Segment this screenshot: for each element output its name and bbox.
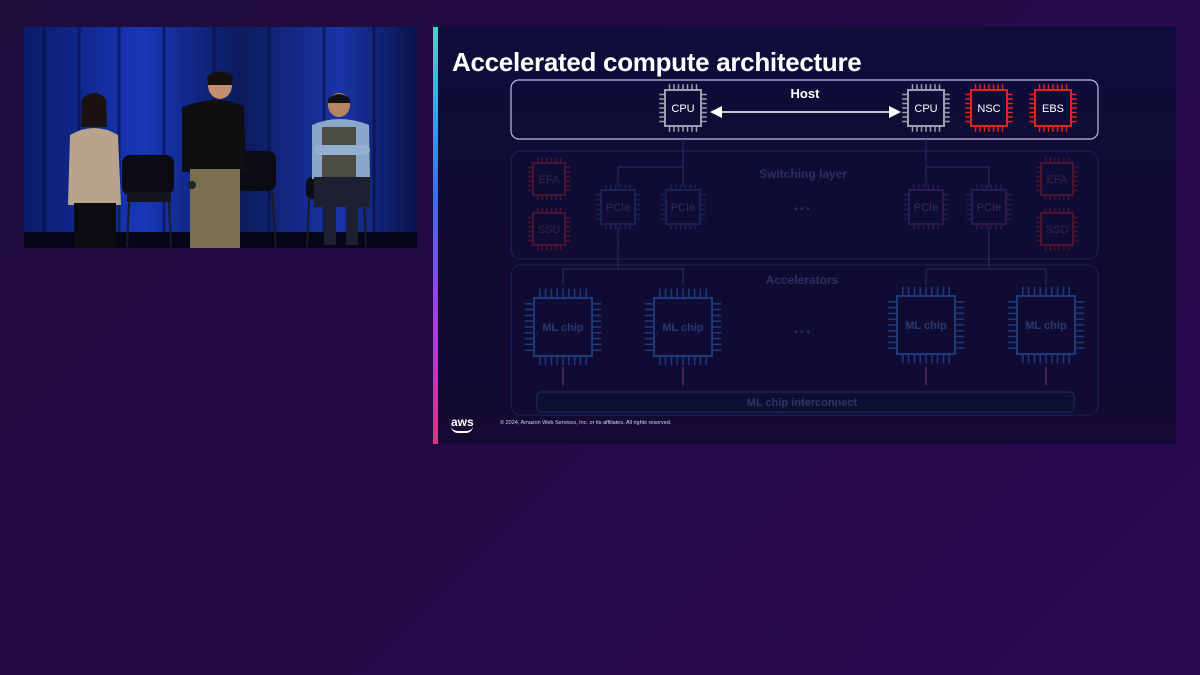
accelerators-ellipsis: • • • xyxy=(794,327,811,338)
efa-chip-label: EFA xyxy=(1047,174,1068,186)
ssd-chip-label: SSD xyxy=(1046,224,1069,236)
pcie-switch-label: PCIe xyxy=(671,202,695,214)
copyright-notice: © 2024, Amazon Web Services, Inc. or its… xyxy=(500,420,672,426)
ml-chip-label: ML chip xyxy=(1025,320,1067,332)
ssd-chip-label: SSD xyxy=(538,224,561,236)
host-cpu-chip: CPU xyxy=(659,84,707,132)
host-cpu-chip: CPU xyxy=(902,84,950,132)
speaker-video-feed xyxy=(24,27,417,248)
ebs-chip-label: EBS xyxy=(1042,103,1064,115)
switching-layer-label: Switching layer xyxy=(759,167,847,181)
aws-logo: aws xyxy=(451,416,474,433)
pcie-switch-label: PCIe xyxy=(914,202,938,214)
nsc-chip: NSC xyxy=(965,84,1013,132)
stage-scene xyxy=(24,27,417,248)
ml-chip-label: ML chip xyxy=(662,322,704,334)
ml-chip-interconnect-label: ML chip interconnect xyxy=(747,397,858,409)
pcie-switch-label: PCIe xyxy=(606,202,630,214)
host-label: Host xyxy=(791,86,821,101)
presentation-slide: Accelerated compute architecture Host Sw… xyxy=(433,27,1176,444)
nsc-chip-label: NSC xyxy=(977,103,1000,115)
host-cpu-chip-label: CPU xyxy=(671,103,694,115)
ml-chip-label: ML chip xyxy=(542,322,584,334)
efa-chip-label: EFA xyxy=(539,174,560,186)
switching-ellipsis: • • • xyxy=(794,204,811,215)
ebs-chip: EBS xyxy=(1029,84,1077,132)
host-cpu-chip-label: CPU xyxy=(914,103,937,115)
ml-chip-label: ML chip xyxy=(905,320,947,332)
accelerators-label: Accelerators xyxy=(766,273,839,287)
architecture-diagram: Host Switching layer • • • Accelerators … xyxy=(510,79,1099,416)
pcie-switch-label: PCIe xyxy=(977,202,1001,214)
